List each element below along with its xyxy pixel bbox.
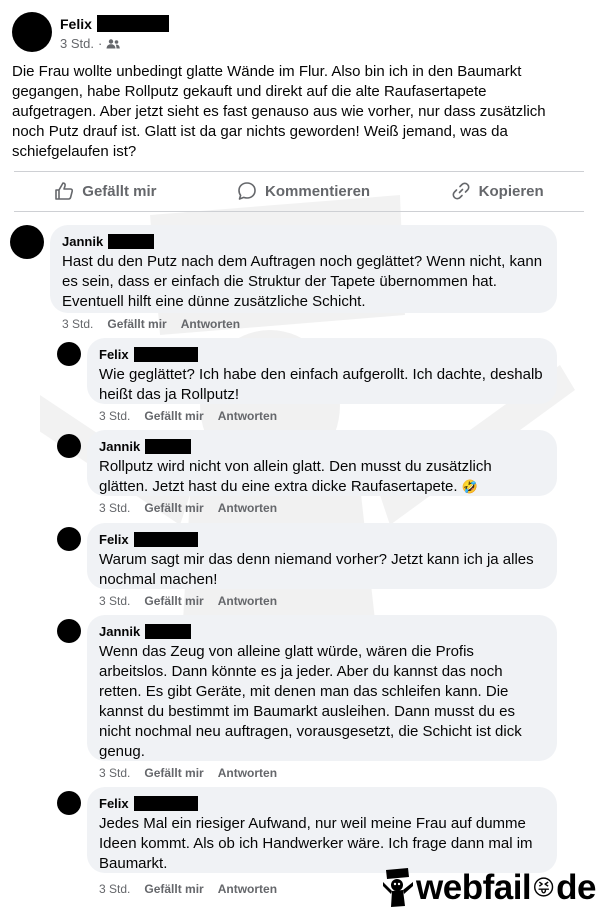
like-button[interactable]: Gefällt mir: [54, 181, 156, 201]
comment-reply-button[interactable]: Antworten: [218, 501, 277, 515]
comment: Jannik Hast du den Putz nach dem Auftrag…: [10, 225, 590, 335]
comment-meta: 3 Std. Gefällt mir Antworten: [99, 501, 277, 515]
redacted-surname: [133, 532, 198, 547]
comment-bubble: Felix Wie geglättet? Ich habe den einfac…: [87, 338, 557, 404]
comment-author[interactable]: Felix: [99, 531, 545, 548]
rofl-emoji-icon: 🤣: [461, 479, 478, 494]
reply-comment: Felix Wie geglättet? Ich habe den einfac…: [57, 338, 587, 428]
comment-like-button[interactable]: Gefällt mir: [144, 882, 203, 896]
post-actions: Gefällt mir Kommentieren Kopieren: [14, 172, 584, 210]
comment-button[interactable]: Kommentieren: [237, 181, 370, 201]
webfail-logo: webfail 😝 de: [383, 866, 598, 910]
comment-author-name[interactable]: Jannik: [62, 234, 103, 249]
comment-text: Warum sagt mir das denn niemand vorher? …: [99, 551, 534, 588]
comment-author-name[interactable]: Jannik: [99, 439, 140, 454]
comment-text: Jedes Mal ein riesiger Aufwand, nur weil…: [99, 815, 533, 872]
comment-time[interactable]: 3 Std.: [99, 766, 130, 780]
comment-bubble: Felix Jedes Mal ein riesiger Aufwand, nu…: [87, 787, 557, 873]
redacted-surname: [96, 15, 169, 32]
comment-like-button[interactable]: Gefällt mir: [144, 766, 203, 780]
avatar[interactable]: [57, 791, 81, 815]
avatar[interactable]: [57, 342, 81, 366]
avatar[interactable]: [12, 12, 52, 52]
friends-icon: [106, 38, 121, 48]
comment-author[interactable]: Felix: [99, 795, 545, 812]
like-label: Gefällt mir: [82, 182, 157, 200]
logo-suffix: de: [556, 868, 596, 907]
reply-comment: Jannik Wenn das Zeug von alleine glatt w…: [57, 615, 587, 785]
avatar[interactable]: [57, 619, 81, 643]
comment-icon: [238, 182, 256, 200]
comment-time[interactable]: 3 Std.: [62, 317, 93, 331]
redacted-surname: [133, 347, 198, 362]
logo-text: webfail: [416, 868, 532, 907]
post-meta: 3 Std. ·: [60, 36, 121, 51]
post-author-name[interactable]: Felix: [60, 16, 92, 32]
avatar[interactable]: [57, 434, 81, 458]
reply-comment: Felix Warum sagt mir das denn niemand vo…: [57, 523, 587, 613]
redacted-surname: [108, 234, 155, 249]
comment-time[interactable]: 3 Std.: [99, 882, 130, 896]
redacted-surname: [133, 796, 198, 811]
comment-meta: 3 Std. Gefällt mir Antworten: [99, 409, 277, 423]
webfail-mascot-icon: [383, 868, 413, 907]
comment-bubble: Jannik Hast du den Putz nach dem Auftrag…: [50, 225, 557, 313]
comment-text: Wenn das Zeug von alleine glatt würde, w…: [99, 643, 522, 760]
comment-text: Wie geglättet? Ich habe den einfach aufg…: [99, 366, 543, 403]
comment-author-name[interactable]: Felix: [99, 532, 129, 547]
comment-reply-button[interactable]: Antworten: [218, 409, 277, 423]
comment-author[interactable]: Felix: [99, 346, 545, 363]
comment-author[interactable]: Jannik: [99, 623, 545, 640]
comment-bubble: Felix Warum sagt mir das denn niemand vo…: [87, 523, 557, 589]
comment-reply-button[interactable]: Antworten: [218, 882, 277, 896]
comment-reply-button[interactable]: Antworten: [218, 594, 277, 608]
comment-time[interactable]: 3 Std.: [99, 501, 130, 515]
comment-like-button[interactable]: Gefällt mir: [144, 594, 203, 608]
comment-time[interactable]: 3 Std.: [99, 594, 130, 608]
post-author[interactable]: Felix: [60, 15, 169, 32]
redacted-surname: [145, 624, 192, 639]
comment-bubble: Jannik Rollputz wird nicht von allein gl…: [87, 430, 557, 496]
comment-like-button[interactable]: Gefällt mir: [144, 409, 203, 423]
avatar[interactable]: [57, 527, 81, 551]
post-header: Felix 3 Std. ·: [12, 12, 572, 54]
reply-comment: Jannik Rollputz wird nicht von allein gl…: [57, 430, 587, 520]
thumbs-up-icon: [55, 182, 74, 200]
comment-author-name[interactable]: Felix: [99, 796, 129, 811]
logo-emoji: 😝: [532, 875, 556, 900]
comment-time[interactable]: 3 Std.: [99, 409, 130, 423]
comment-author[interactable]: Jannik: [99, 438, 545, 455]
comment-reply-button[interactable]: Antworten: [181, 317, 240, 331]
divider: [14, 211, 584, 212]
comment-bubble: Jannik Wenn das Zeug von alleine glatt w…: [87, 615, 557, 761]
comment-text: Hast du den Putz nach dem Auftragen noch…: [62, 253, 543, 310]
avatar[interactable]: [10, 225, 44, 259]
comment-reply-button[interactable]: Antworten: [218, 766, 277, 780]
comment-text-body: Rollputz wird nicht von allein glatt. De…: [99, 458, 492, 495]
redacted-surname: [145, 439, 192, 454]
meta-separator: ·: [97, 36, 103, 51]
comment-author[interactable]: Jannik: [62, 233, 545, 250]
copy-button[interactable]: Kopieren: [451, 181, 544, 201]
comment-label: Kommentieren: [265, 182, 371, 200]
comment-like-button[interactable]: Gefällt mir: [107, 317, 166, 331]
post-time[interactable]: 3 Std.: [60, 36, 94, 51]
comment-meta: 3 Std. Gefällt mir Antworten: [99, 882, 277, 896]
comment-meta: 3 Std. Gefällt mir Antworten: [99, 766, 277, 780]
link-icon: [452, 182, 470, 200]
comment-author-name[interactable]: Jannik: [99, 624, 140, 639]
post-text: Die Frau wollte unbedingt glatte Wände i…: [12, 63, 546, 160]
copy-label: Kopieren: [478, 182, 544, 200]
comment-author-name[interactable]: Felix: [99, 347, 129, 362]
comment-meta: 3 Std. Gefällt mir Antworten: [62, 317, 240, 331]
comment-text: Rollputz wird nicht von allein glatt. De…: [99, 457, 545, 497]
comment-like-button[interactable]: Gefällt mir: [144, 501, 203, 515]
comment-meta: 3 Std. Gefällt mir Antworten: [99, 594, 277, 608]
